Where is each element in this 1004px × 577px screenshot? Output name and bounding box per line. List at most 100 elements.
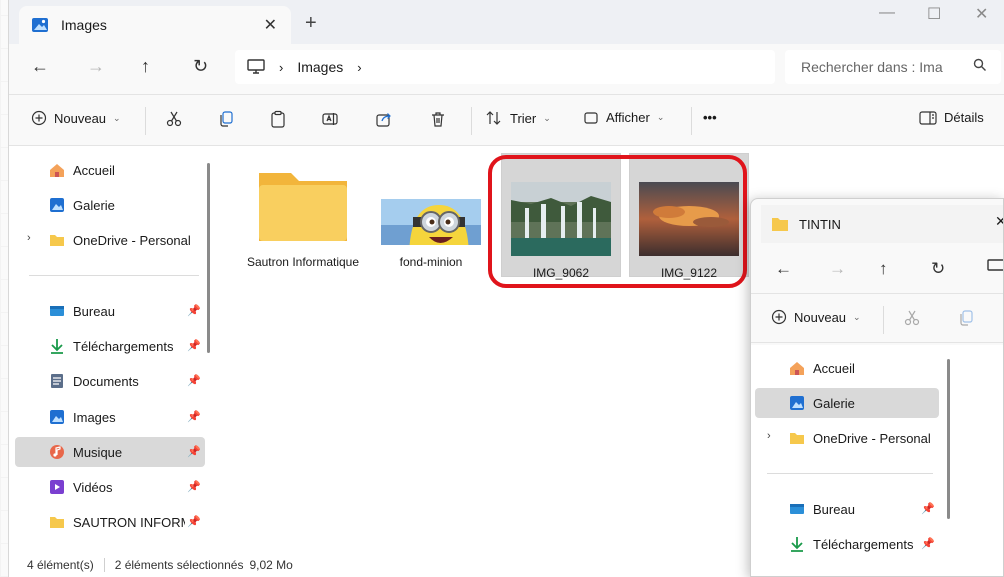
home-icon [790, 362, 804, 375]
share-button[interactable] [375, 110, 393, 128]
forward-button[interactable]: → [87, 56, 105, 77]
file-name: Sautron Informatique [246, 255, 360, 269]
delete-button[interactable] [429, 110, 447, 128]
refresh-button[interactable]: ↻ [193, 56, 208, 77]
command-bar: Nouveau ⌄ [751, 293, 1003, 343]
new-button[interactable]: Nouveau ⌄ [31, 110, 121, 126]
pin-icon[interactable]: 📌 [187, 304, 201, 317]
sidebar-item-bureau[interactable]: Bureau 📌 [15, 296, 205, 326]
sidebar-scrollbar[interactable] [947, 359, 950, 519]
copy-button[interactable] [957, 309, 975, 327]
file-item-folder[interactable]: Sautron Informatique [243, 165, 363, 270]
up-button[interactable]: ↑ [879, 259, 888, 279]
pin-icon[interactable]: 📌 [187, 445, 201, 458]
tab-tintin[interactable]: TINTIN [761, 205, 1003, 243]
chevron-right-icon: › [279, 59, 284, 75]
folder-icon [790, 433, 804, 444]
pin-icon[interactable]: 📌 [921, 502, 935, 515]
navigation-pane: Accueil Galerie › OneDrive - Personal Bu… [9, 147, 215, 553]
pin-icon[interactable]: 📌 [921, 537, 935, 550]
copy-button[interactable] [217, 110, 235, 128]
close-window-button[interactable]: ✕ [975, 4, 988, 24]
sidebar-scrollbar[interactable] [207, 163, 210, 353]
sidebar-item-galerie[interactable]: Galerie [15, 190, 205, 220]
sidebar-item-accueil[interactable]: Accueil [15, 155, 205, 185]
refresh-button[interactable]: ↻ [931, 259, 945, 279]
sort-button[interactable]: Trier ⌄ [485, 110, 551, 126]
pin-icon[interactable]: 📌 [187, 515, 201, 528]
computer-icon [987, 259, 1003, 271]
search-input[interactable]: Rechercher dans : Ima [785, 50, 1001, 84]
trash-icon [432, 112, 444, 127]
download-icon [51, 339, 63, 354]
up-button[interactable]: ↑ [141, 56, 150, 77]
sidebar-item-telechargements[interactable]: Téléchargements 📌 [15, 331, 205, 361]
divider [145, 107, 146, 135]
chevron-down-icon: ⌄ [656, 112, 665, 122]
maximize-button[interactable]: ☐ [927, 4, 941, 24]
sidebar-item-onedrive[interactable]: › OneDrive - Personal [755, 423, 939, 453]
sidebar-item-accueil[interactable]: Accueil [755, 353, 939, 383]
rename-button[interactable] [321, 110, 339, 128]
chevron-right-icon[interactable]: › [767, 430, 771, 442]
file-item-fond-minion[interactable]: fond-minion [371, 165, 491, 270]
pin-icon[interactable]: 📌 [187, 374, 201, 387]
sidebar-item-telechargements[interactable]: Téléchargements 📌 [755, 529, 939, 559]
new-button[interactable]: Nouveau ⌄ [771, 309, 861, 325]
back-button[interactable]: ← [775, 259, 792, 279]
selection-size: 9,02 Mo [249, 558, 293, 572]
sort-label: Trier [510, 110, 537, 126]
sidebar-item-sautron[interactable]: SAUTRON INFORM 📌 [15, 507, 205, 537]
sidebar-item-musique[interactable]: Musique 📌 [15, 437, 205, 467]
view-button[interactable]: Afficher ⌄ [583, 110, 664, 125]
new-tab-button[interactable]: + [305, 12, 317, 35]
tab-title: Images [61, 17, 107, 33]
paste-button[interactable] [269, 110, 287, 128]
share-icon [376, 113, 391, 127]
divider [767, 473, 933, 474]
forward-button[interactable]: → [829, 259, 846, 279]
navigation-pane: Accueil Galerie › OneDrive - Personal Bu… [751, 345, 1003, 576]
breadcrumb-images[interactable]: Images [297, 59, 343, 75]
chevron-right-icon[interactable]: › [27, 232, 31, 244]
divider [29, 275, 199, 276]
view-label: Afficher [606, 110, 650, 125]
tab-close-icon[interactable]: ✕ [264, 15, 277, 35]
selection-highlight-annotation [488, 155, 747, 288]
plus-circle-icon [31, 110, 47, 126]
home-icon [50, 164, 64, 177]
cut-button[interactable] [903, 309, 921, 327]
back-button[interactable]: ← [31, 56, 49, 77]
folder-icon [772, 218, 788, 231]
folder-icon [50, 517, 64, 528]
music-icon [50, 445, 64, 459]
cut-button[interactable] [165, 110, 183, 128]
more-options-button[interactable]: ••• [703, 110, 717, 125]
selection-count: 2 éléments sélectionnés [114, 558, 244, 572]
details-pane-icon [919, 110, 937, 125]
sidebar-item-galerie[interactable]: Galerie [755, 388, 939, 418]
file-name: fond-minion [399, 255, 463, 269]
minimize-button[interactable]: — [879, 4, 895, 22]
pin-icon[interactable]: 📌 [187, 410, 201, 423]
divider [691, 107, 692, 135]
sidebar-item-onedrive[interactable]: › OneDrive - Personal [15, 225, 205, 255]
sidebar-item-videos[interactable]: Vidéos 📌 [15, 472, 205, 502]
tab-images[interactable]: Images ✕ [19, 6, 291, 44]
details-button[interactable]: Détails [919, 110, 984, 125]
sidebar-item-bureau[interactable]: Bureau 📌 [755, 494, 939, 524]
tab-close-icon[interactable]: ✕ [995, 213, 1003, 230]
address-bar[interactable]: › Images › [235, 50, 775, 84]
chevron-down-icon: ⌄ [853, 311, 861, 322]
computer-icon [247, 59, 265, 74]
pin-icon[interactable]: 📌 [187, 480, 201, 493]
images-icon [32, 18, 48, 32]
minion-thumbnail [381, 199, 481, 259]
folder-icon [259, 173, 347, 241]
tab-title: TINTIN [799, 216, 841, 232]
sidebar-item-images[interactable]: Images 📌 [15, 402, 205, 432]
sort-icon [486, 111, 501, 125]
gallery-icon [50, 198, 64, 212]
sidebar-item-documents[interactable]: Documents 📌 [15, 366, 205, 396]
pin-icon[interactable]: 📌 [187, 339, 201, 352]
